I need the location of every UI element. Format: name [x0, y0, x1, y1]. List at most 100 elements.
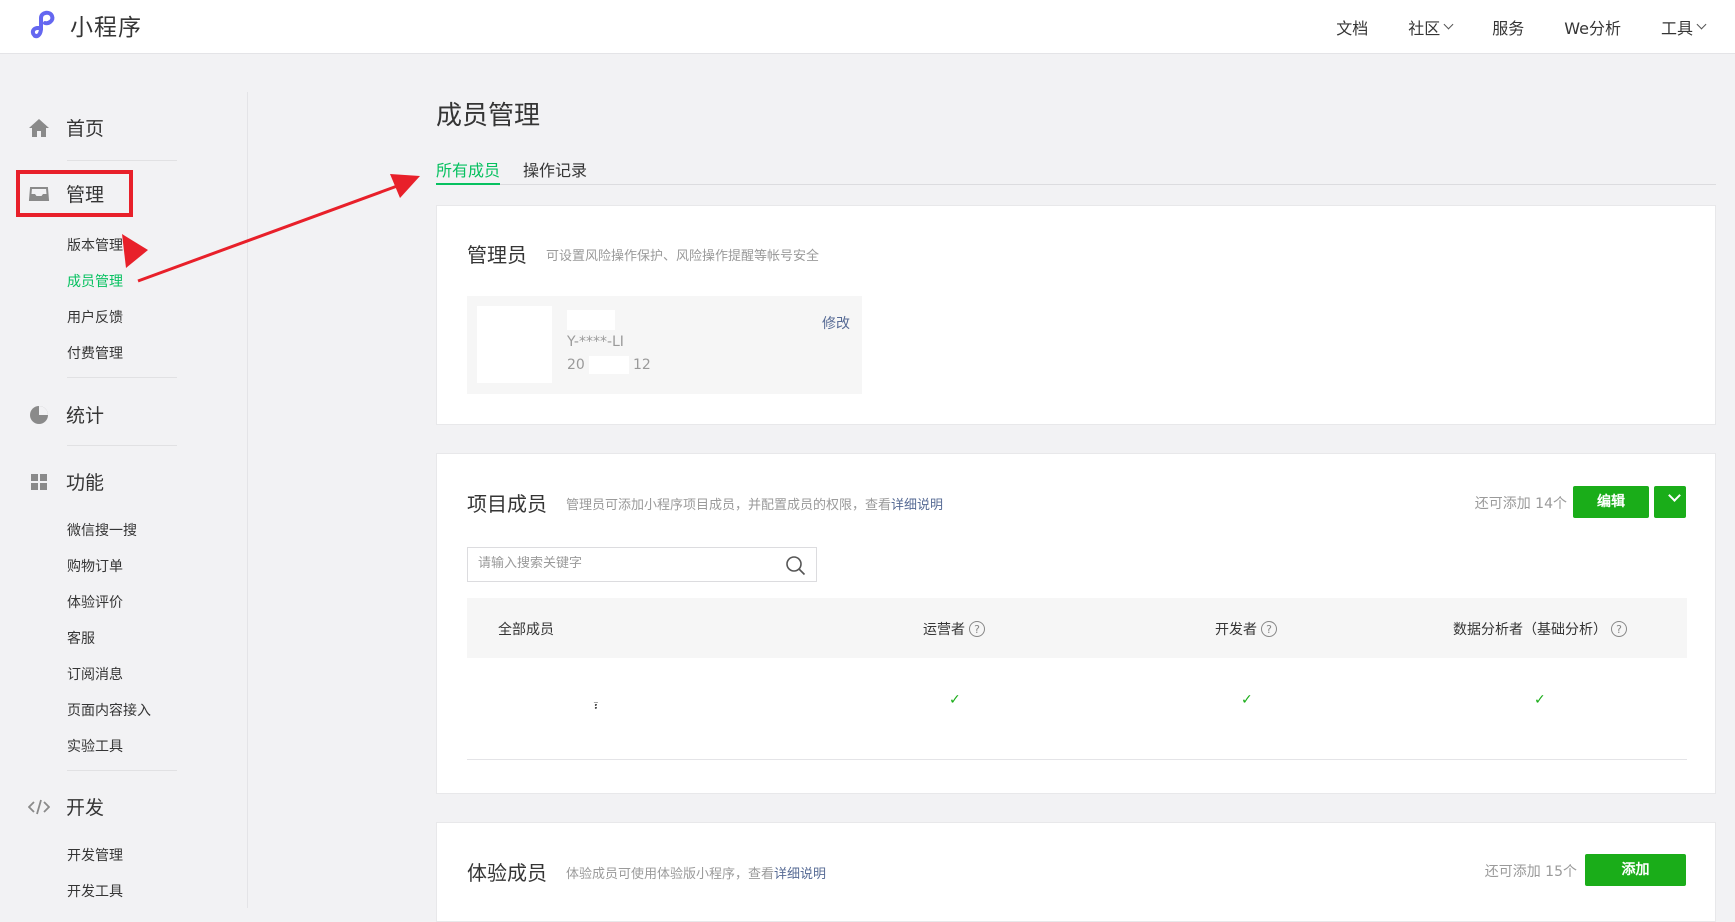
sidebar-item-experiment-tools[interactable]: 实验工具 [67, 736, 123, 756]
nav-services[interactable]: 服务 [1492, 15, 1524, 39]
admin-date-mask [589, 356, 629, 374]
table-header: 全部成员 运营者? 开发者? 数据分析者（基础分析）? [467, 598, 1687, 658]
home-icon [28, 117, 50, 139]
page-title: 成员管理 [436, 101, 541, 131]
sidebar-item-version-management[interactable]: 版本管理 [67, 235, 123, 255]
annotation-pointer [122, 234, 148, 268]
sidebar-item-customer-service[interactable]: 客服 [67, 628, 95, 648]
annotation-arrow-head [390, 174, 420, 198]
column-developer: 开发者? [1215, 619, 1277, 639]
miniprogram-logo-icon [30, 10, 55, 39]
help-icon[interactable]: ? [1611, 621, 1627, 637]
trial-members-desc: 体验成员可使用体验版小程序，查看详细说明 [566, 863, 826, 882]
edit-dropdown-button[interactable] [1654, 486, 1686, 518]
sidebar-item-stats-label: 统计 [66, 405, 105, 427]
project-members-desc: 管理员可添加小程序项目成员，并配置成员的权限，查看详细说明 [566, 494, 943, 513]
developer-check-icon: ✓ [1241, 692, 1253, 708]
project-members-quota: 还可添加 14个 [1474, 496, 1567, 512]
sidebar-item-dev-tools[interactable]: 开发工具 [67, 881, 123, 901]
edit-members-button[interactable]: 编辑 [1573, 486, 1649, 518]
admin-desc: 可设置风险操作保护、风险操作提醒等帐号安全 [546, 249, 820, 264]
chevron-down-icon [1443, 19, 1454, 30]
search-icon[interactable] [785, 555, 806, 580]
project-members-detail-link[interactable]: 详细说明 [891, 498, 943, 513]
grid-icon [28, 471, 50, 493]
sidebar-divider [247, 92, 248, 908]
trial-members-card: 体验成员 体验成员可使用体验版小程序，查看详细说明 还可添加 15个 添加 [436, 822, 1716, 922]
divider [67, 377, 177, 378]
column-operator-label: 运营者 [923, 622, 965, 638]
logo-text: 小程序 [70, 15, 142, 41]
chevron-down-icon [1696, 19, 1707, 30]
column-data-analyst-label: 数据分析者（基础分析） [1453, 622, 1607, 638]
column-data-analyst: 数据分析者（基础分析）? [1453, 619, 1627, 639]
trial-members-title: 体验成员 [467, 861, 547, 885]
nav-services-label: 服务 [1492, 18, 1525, 38]
code-icon [28, 796, 50, 818]
tab-bar: 所有成员 操作记录 [436, 150, 1716, 185]
admin-card: 管理员 可设置风险操作保护、风险操作提醒等帐号安全 Y-****-LI 20 1… [436, 205, 1716, 425]
annotation-arrow-line [137, 183, 401, 283]
member-name: ፣ [593, 698, 599, 714]
top-bar: 小程序 文档 社区 服务 We分析 工具 [0, 0, 1735, 54]
sidebar-item-stats[interactable]: 统计 [28, 401, 104, 428]
nav-docs[interactable]: 文档 [1336, 15, 1368, 39]
trial-members-desc-text: 体验成员可使用体验版小程序，查看 [566, 867, 775, 882]
admin-date-suffix: 12 [633, 357, 651, 373]
sidebar-item-dev-label: 开发 [66, 797, 105, 819]
divider [67, 445, 177, 446]
sidebar-item-subscription-messages[interactable]: 订阅消息 [67, 664, 123, 684]
sidebar-item-user-feedback[interactable]: 用户反馈 [67, 307, 123, 327]
admin-info-box: Y-****-LI 20 12 修改 [467, 296, 862, 394]
help-icon[interactable]: ? [969, 621, 985, 637]
member-search-box [467, 547, 817, 582]
sidebar-item-shopping-orders[interactable]: 购物订单 [67, 556, 123, 576]
nav-tools[interactable]: 工具 [1660, 15, 1707, 39]
sidebar-item-page-content[interactable]: 页面内容接入 [67, 700, 151, 720]
sidebar-item-dev[interactable]: 开发 [28, 793, 104, 820]
admin-edit-link[interactable]: 修改 [822, 313, 850, 333]
admin-name [567, 310, 615, 330]
nav-we-analysis[interactable]: We分析 [1564, 15, 1621, 39]
admin-id: Y-****-LI [567, 334, 624, 350]
column-developer-label: 开发者 [1215, 622, 1257, 638]
sidebar-item-home-label: 首页 [66, 118, 105, 140]
project-members-desc-text: 管理员可添加小程序项目成员，并配置成员的权限，查看 [566, 498, 892, 513]
trial-members-detail-link[interactable]: 详细说明 [774, 867, 826, 882]
inbox-icon [28, 183, 50, 205]
tab-operation-log[interactable]: 操作记录 [523, 157, 587, 181]
add-trial-member-button[interactable]: 添加 [1585, 854, 1686, 886]
logo[interactable]: 小程序 [28, 8, 142, 42]
pie-chart-icon [28, 404, 50, 426]
nav-community[interactable]: 社区 [1408, 15, 1454, 39]
sidebar-item-member-management[interactable]: 成员管理 [67, 271, 123, 291]
sidebar-item-manage-label: 管理 [66, 184, 105, 206]
analyst-check-icon: ✓ [1534, 692, 1546, 708]
nav-community-label: 社区 [1408, 18, 1441, 38]
nav-docs-label: 文档 [1336, 18, 1369, 38]
sidebar-item-home[interactable]: 首页 [28, 114, 104, 141]
nav-we-analysis-label: We分析 [1564, 18, 1621, 38]
admin-title: 管理员 [467, 243, 527, 267]
column-operator: 运营者? [923, 619, 985, 639]
sidebar-item-wechat-search[interactable]: 微信搜一搜 [67, 520, 137, 540]
avatar [477, 306, 552, 383]
sidebar-item-features-label: 功能 [66, 472, 105, 494]
divider [67, 160, 177, 161]
sidebar-item-experience-review[interactable]: 体验评价 [67, 592, 123, 612]
sidebar-item-payment-management[interactable]: 付费管理 [67, 343, 123, 363]
operator-check-icon: ✓ [949, 692, 961, 708]
help-icon[interactable]: ? [1261, 621, 1277, 637]
project-members-card: 项目成员 管理员可添加小程序项目成员，并配置成员的权限，查看详细说明 还可添加 … [436, 453, 1716, 794]
nav-tools-label: 工具 [1660, 18, 1693, 38]
column-all-members[interactable]: 全部成员 [498, 619, 554, 639]
tab-all-members[interactable]: 所有成员 [436, 157, 501, 185]
top-nav: 文档 社区 服务 We分析 工具 [1296, 0, 1707, 53]
sidebar-item-dev-management[interactable]: 开发管理 [67, 845, 123, 865]
project-members-title: 项目成员 [467, 492, 547, 516]
sidebar-item-manage[interactable]: 管理 [28, 180, 104, 207]
sidebar-item-features[interactable]: 功能 [28, 468, 104, 495]
search-input[interactable] [478, 556, 768, 571]
table-row: ፣ ✓ ✓ ✓ [467, 658, 1687, 760]
divider [67, 770, 177, 771]
